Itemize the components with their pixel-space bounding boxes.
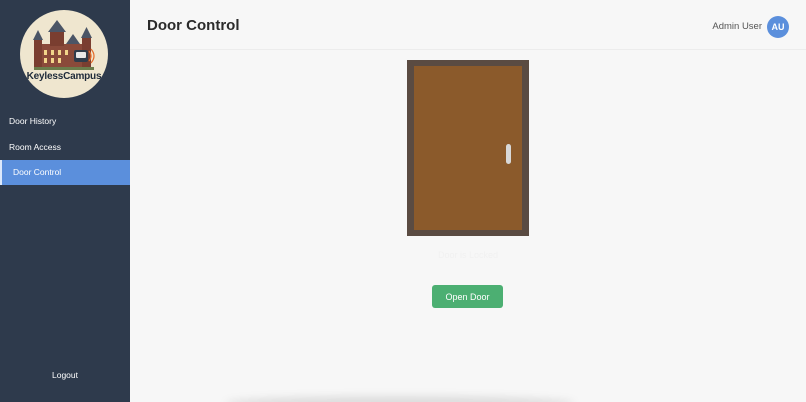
castle-icon	[33, 20, 95, 70]
header: Door Control Admin User AU	[130, 0, 806, 50]
app-logo: KeylessCampus	[20, 10, 108, 98]
logout-link[interactable]: Logout	[0, 370, 130, 380]
sidebar-item-door-history[interactable]: Door History	[0, 109, 130, 134]
sidebar-item-room-access[interactable]: Room Access	[0, 135, 130, 160]
sidebar-item-door-control[interactable]: Door Control	[0, 160, 130, 185]
open-door-button[interactable]: Open Door	[432, 285, 503, 308]
avatar[interactable]: AU	[767, 16, 789, 38]
logo-text: KeylessCampus	[26, 71, 102, 82]
door-panel	[414, 66, 522, 230]
bottom-shadow	[225, 396, 575, 402]
door-status-text: Door is Locked	[437, 250, 499, 260]
page-title: Door Control	[147, 17, 240, 34]
user-name: Admin User	[712, 21, 762, 32]
door-frame	[407, 60, 529, 236]
door-handle-icon	[506, 144, 511, 164]
sidebar: KeylessCampus Door History Room Access D…	[0, 0, 130, 402]
